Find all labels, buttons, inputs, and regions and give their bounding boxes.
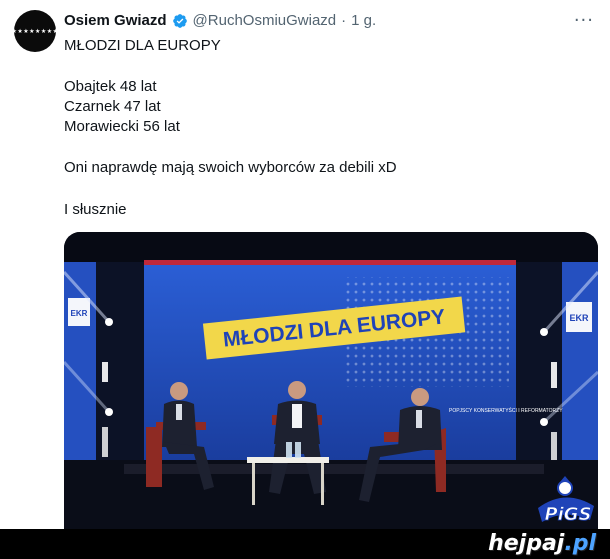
panel-text: POPJSCY KONSERWATYŚCI I REFORMATORZY <box>449 406 563 414</box>
avatar[interactable]: ★★★★★★★★ <box>11 10 59 52</box>
ekr-left-label: EKR <box>71 309 88 318</box>
tweet-line-title: MŁODZI DLA EUROPY <box>64 37 221 54</box>
tweet-line-closing: I słusznie <box>64 201 127 218</box>
tweet-media-photo[interactable]: EKR EKR MŁODZI DLA EUROPY POPJSCY KONSER… <box>64 232 598 529</box>
tweet-line-czarnek: Czarnek 47 lat <box>64 98 161 115</box>
more-options-icon[interactable]: ··· <box>574 10 594 31</box>
watermark-logo: hejpaj.pl <box>488 531 596 556</box>
author-handle[interactable]: @RuchOsmiuGwiazd <box>193 12 337 29</box>
tweet-timestamp[interactable]: 1 g. <box>351 12 376 29</box>
mascot-label: PiGS <box>544 504 591 525</box>
separator-dot: · <box>341 12 347 29</box>
tweet-line-obajtek: Obajtek 48 lat <box>64 78 157 95</box>
avatar-stars-icon: ★★★★★★★★ <box>11 27 59 35</box>
watermark-brand: hejpaj <box>488 531 565 556</box>
ekr-right-label: EKR <box>569 313 589 323</box>
watermark-domain: .pl <box>564 531 596 556</box>
verified-badge-icon <box>172 13 188 29</box>
tweet-line-morawiecki: Morawiecki 56 lat <box>64 118 180 135</box>
pigs-mascot-icon: PiGS <box>538 476 594 525</box>
tweet-header: Osiem Gwiazd @RuchOsmiuGwiazd · 1 g. <box>64 12 376 29</box>
author-name[interactable]: Osiem Gwiazd <box>64 12 167 29</box>
tweet-line-comment: Oni naprawdę mają swoich wyborców za deb… <box>64 159 397 176</box>
